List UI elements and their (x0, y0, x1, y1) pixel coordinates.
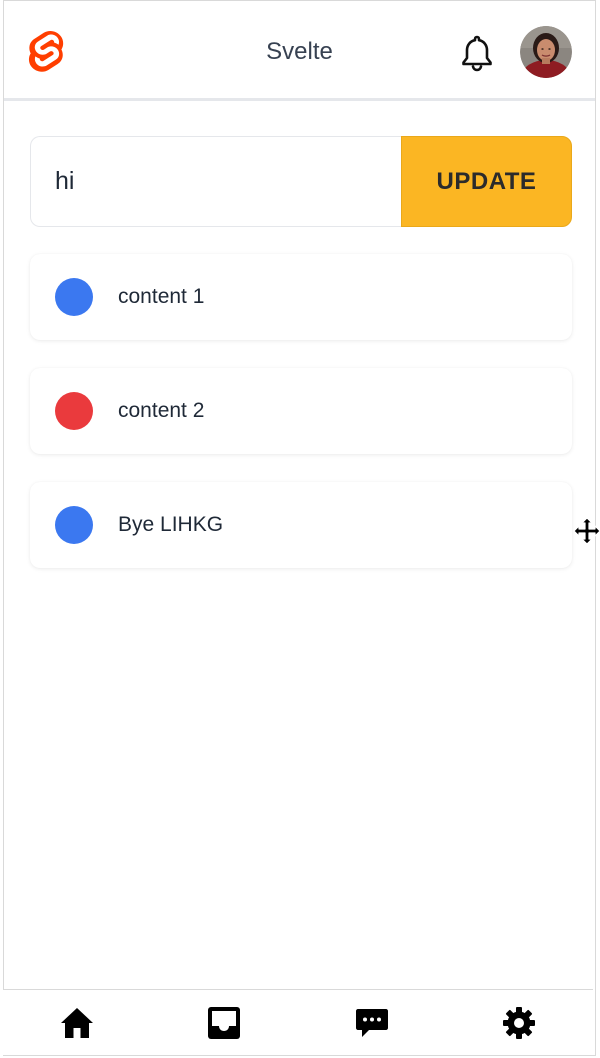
status-dot (55, 392, 93, 430)
list-item-label: Bye LIHKG (118, 513, 224, 536)
nav-messages-button[interactable] (342, 993, 402, 1053)
nav-settings-button[interactable] (489, 993, 549, 1053)
app-frame: Svelte hi UPDATE content 1 content 2 Bye… (3, 0, 596, 1056)
status-dot (55, 506, 93, 544)
list-item-label: content 2 (118, 399, 205, 422)
bell-icon[interactable] (459, 34, 495, 72)
user-avatar[interactable] (520, 26, 572, 78)
chat-icon (355, 1008, 388, 1037)
home-icon (60, 1007, 93, 1038)
list-item-label: content 1 (118, 285, 205, 308)
list-item[interactable]: content 2 (30, 368, 572, 454)
bottom-nav (3, 989, 593, 1055)
settings-gear-icon (503, 1006, 536, 1039)
list-item[interactable]: content 1 (30, 254, 572, 340)
update-button[interactable]: UPDATE (401, 136, 572, 227)
list-item[interactable]: Bye LIHKG (30, 482, 572, 568)
app-header: Svelte (4, 1, 595, 101)
nav-home-button[interactable] (47, 993, 107, 1053)
nav-inbox-button[interactable] (194, 993, 254, 1053)
status-dot (55, 278, 93, 316)
inbox-icon (208, 1006, 241, 1039)
text-input[interactable] (30, 136, 401, 227)
move-cursor-icon (573, 517, 600, 545)
update-form: UPDATE (30, 136, 572, 227)
content-list: content 1 content 2 Bye LIHKG (30, 254, 572, 596)
app-title: Svelte (266, 38, 333, 65)
